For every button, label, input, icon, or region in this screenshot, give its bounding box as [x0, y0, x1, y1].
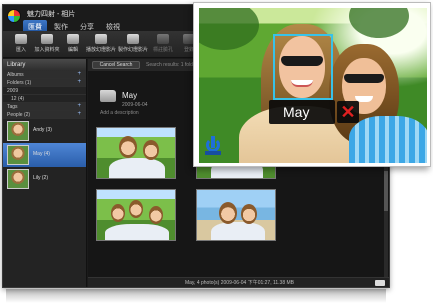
year-label: 2009: [7, 88, 19, 94]
window-title: 魅力四射 - 相片: [27, 11, 76, 18]
tags-label: Tags: [7, 104, 18, 110]
person-name: May (4): [33, 151, 50, 157]
sidebar-item-folders[interactable]: Folders (1) +: [3, 79, 86, 87]
tag-faces-icon: [157, 34, 169, 44]
album-date: 2009-06-04: [122, 102, 148, 108]
create-slideshow-button[interactable]: 製作幻燈影片: [117, 34, 149, 53]
add-folder-small-icon[interactable]: +: [77, 79, 81, 85]
add-tag-icon[interactable]: +: [77, 103, 81, 109]
add-description-link[interactable]: Add a description: [100, 110, 139, 116]
photo-thumbnail[interactable]: [96, 127, 176, 179]
album-title: May: [122, 91, 138, 100]
view-toggle-icon[interactable]: [375, 280, 385, 286]
folders-label: Folders (1): [7, 80, 32, 86]
add-album-icon[interactable]: +: [77, 71, 81, 77]
person-name: Andy (3): [33, 127, 52, 133]
zoom-inset: May ✕: [193, 2, 431, 167]
scrollbar-thumb[interactable]: [384, 171, 388, 211]
person-name: Lily (2): [33, 175, 49, 181]
face-detection-box[interactable]: [273, 34, 333, 100]
app-logo-icon: [7, 9, 21, 23]
people-label: People (2): [7, 112, 31, 118]
face-name-tag[interactable]: May: [269, 100, 335, 124]
add-person-icon[interactable]: +: [77, 111, 81, 117]
month-label: 12 (4): [11, 96, 25, 102]
library-sidebar: Library Albums + Folders (1) + 2009 12 (…: [3, 59, 87, 287]
sidebar-item-people[interactable]: People (2) +: [3, 111, 86, 119]
folder-icon: [100, 90, 116, 102]
photo-thumbnail[interactable]: [196, 189, 276, 241]
remove-tag-button[interactable]: ✕: [337, 101, 359, 123]
window-reflection: [6, 289, 386, 303]
sidebar-item-albums[interactable]: Albums +: [3, 71, 86, 79]
person-item-may[interactable]: May (4): [3, 143, 86, 167]
status-text: May, 4 photo(s) 2009-06-04 下午01:27, 11.3…: [184, 280, 295, 286]
create-slideshow-icon: [127, 34, 139, 44]
sidebar-item-tags[interactable]: Tags +: [3, 103, 86, 111]
albums-label: Albums: [7, 72, 24, 78]
sidebar-item-year[interactable]: 2009: [3, 87, 86, 95]
person-item-andy[interactable]: Andy (3): [3, 119, 86, 143]
status-bar: May, 4 photo(s) 2009-06-04 下午01:27, 11.3…: [88, 277, 389, 287]
play-slideshow-button[interactable]: 播放幻燈影片: [85, 34, 117, 53]
search-results-text: Search results: 1 folders: [146, 62, 200, 68]
slideshow-icon: [95, 34, 107, 44]
import-icon: [15, 34, 27, 44]
create-slideshow-label: 製作幻燈影片: [117, 47, 148, 53]
person-item-lily[interactable]: Lily (2): [3, 167, 86, 191]
cancel-search-button[interactable]: Cancel Search: [92, 61, 140, 69]
add-folder-icon: [41, 34, 53, 44]
photo-thumbnail[interactable]: [96, 189, 176, 241]
play-slideshow-label: 播放幻燈影片: [85, 47, 116, 53]
avatar: [7, 121, 29, 141]
avatar: [7, 145, 29, 165]
sidebar-item-month[interactable]: 12 (4): [3, 95, 86, 103]
inset-photo: May ✕: [199, 8, 427, 163]
rotate-icon[interactable]: [204, 136, 222, 156]
avatar: [7, 169, 29, 189]
edit-icon: [67, 34, 79, 44]
library-header: Library: [3, 59, 86, 71]
